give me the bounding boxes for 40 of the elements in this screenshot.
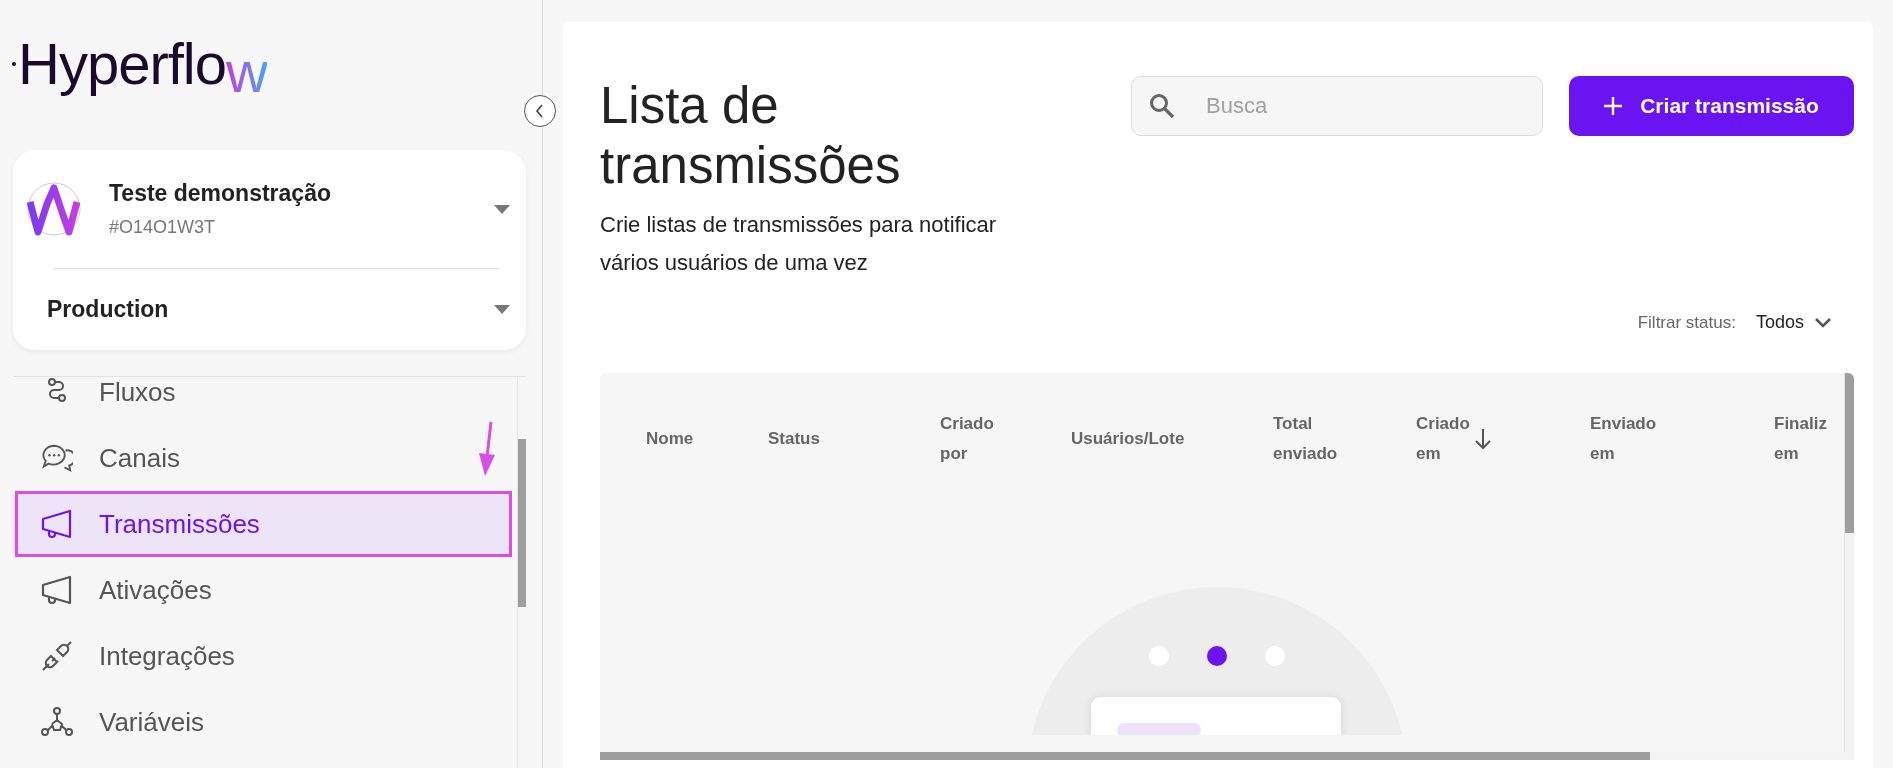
- megaphone-icon: [41, 575, 73, 605]
- create-broadcast-button[interactable]: Criar transmissão: [1569, 76, 1854, 136]
- nav-item[interactable]: Fluxos: [13, 377, 512, 425]
- organization-selector[interactable]: Teste demonstração #O14O1W3T: [27, 150, 512, 268]
- page-title: Lista de transmissões: [600, 76, 902, 196]
- column-header[interactable]: Total enviado: [1273, 409, 1338, 469]
- search-icon: [1149, 93, 1175, 119]
- column-header[interactable]: Criado em: [1416, 409, 1470, 469]
- column-header[interactable]: Criado por: [940, 409, 994, 469]
- avatar-icon: [27, 182, 81, 236]
- column-header[interactable]: Finaliz em: [1774, 409, 1827, 469]
- column-header[interactable]: Nome: [646, 424, 694, 454]
- chevron-left-icon: [534, 104, 546, 118]
- organization-name: Teste demonstração: [109, 180, 332, 207]
- column-header[interactable]: Usuários/Lote: [1071, 424, 1185, 454]
- nav-item[interactable]: Canais: [13, 425, 512, 491]
- scrollbar[interactable]: [1844, 373, 1854, 752]
- scrollbar[interactable]: [517, 377, 526, 768]
- nav-item[interactable]: Ativações: [13, 557, 512, 623]
- column-header[interactable]: Enviado em: [1590, 409, 1657, 469]
- column-header[interactable]: Status: [768, 424, 820, 454]
- nav-item[interactable]: Integrações: [13, 623, 512, 689]
- annotation-arrow: [478, 421, 496, 477]
- filter-label: Filtrar status:: [1637, 312, 1736, 333]
- plus-icon: [1604, 97, 1623, 115]
- collapse-button[interactable]: [524, 95, 556, 127]
- organization-code: #O14O1W3T: [109, 217, 217, 238]
- chevron-down-icon: [1814, 317, 1832, 328]
- status-filter-dropdown[interactable]: Todos: [1755, 312, 1832, 333]
- page-subtitle: Crie listas de transmissões para notificar vários usuários de uma vez: [600, 211, 998, 277]
- environment-selector[interactable]: Production: [27, 269, 512, 349]
- megaphone-icon: [41, 509, 73, 539]
- nodes-icon: [41, 707, 73, 737]
- caret-icon: [494, 304, 510, 314]
- search-field[interactable]: Busca: [1131, 76, 1543, 136]
- nav-item[interactable]: Variáveis: [13, 689, 512, 755]
- plug-icon: [41, 640, 73, 672]
- caret-icon: [494, 204, 510, 214]
- logo: Hyperflow: [12, 20, 267, 108]
- chat-icon: [41, 443, 73, 473]
